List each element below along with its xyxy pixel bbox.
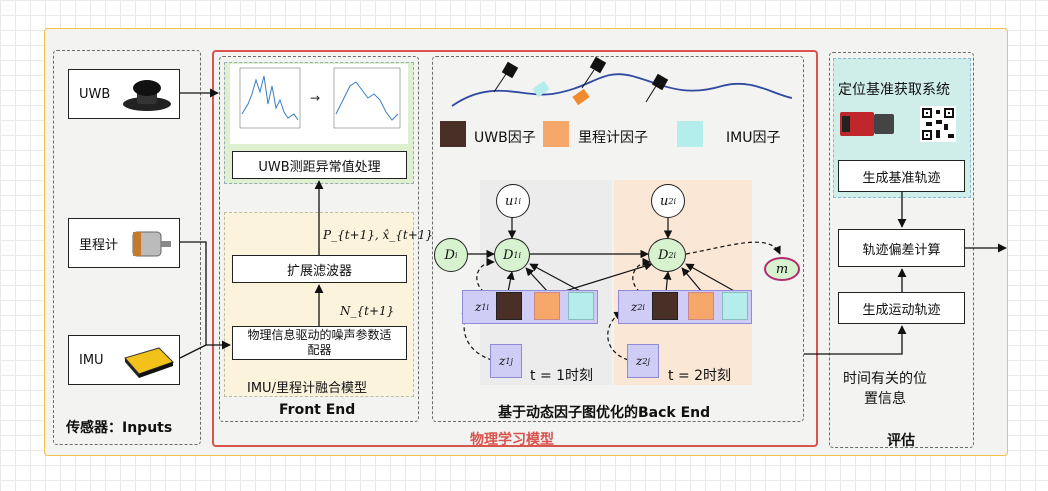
global-connectors [179, 88, 1007, 359]
